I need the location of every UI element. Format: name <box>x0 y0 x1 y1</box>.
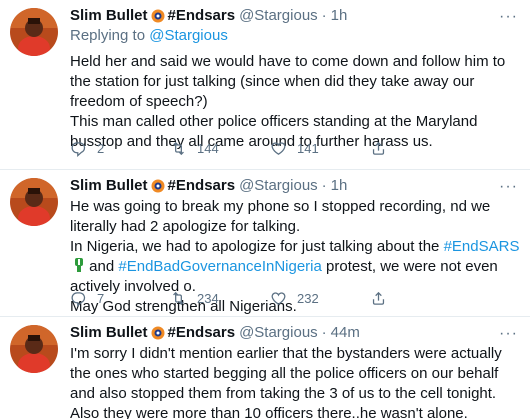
reply-icon <box>71 142 86 157</box>
reply-count: 7 <box>97 291 105 306</box>
user-handle[interactable]: @Stargious <box>239 323 318 343</box>
name-tag: #Endsars <box>167 324 236 341</box>
tweet-paragraph: Also they were more than 10 officers the… <box>70 405 468 419</box>
replying-to: Replying to @Stargious <box>70 26 520 46</box>
share-button[interactable] <box>370 140 397 157</box>
share-icon <box>372 291 385 305</box>
tweet[interactable]: ··· Slim Bullet #Endsars @Stargious · 1h… <box>0 170 530 317</box>
text-segment: In Nigeria, we had to apologize for just… <box>70 238 444 255</box>
tweet[interactable]: ··· Slim Bullet #Endsars @Stargious · 44… <box>0 317 530 419</box>
timestamp[interactable]: 1h <box>331 6 348 26</box>
display-name[interactable]: Slim Bullet <box>70 176 148 196</box>
timestamp[interactable]: 1h <box>331 176 348 196</box>
name-tag: #Endsars <box>167 7 236 24</box>
tweet[interactable]: ··· Slim Bullet #Endsars @Stargious · 1h… <box>0 0 530 170</box>
retweet-count: 234 <box>197 291 219 306</box>
separator: · <box>321 7 327 24</box>
user-handle[interactable]: @Stargious <box>239 6 318 26</box>
avatar[interactable] <box>10 325 58 373</box>
tweet-text: Held her and said we would have to come … <box>70 52 520 152</box>
avatar[interactable] <box>10 8 58 56</box>
retweet-button[interactable]: 234 <box>170 290 270 307</box>
like-count: 141 <box>297 141 319 156</box>
like-button[interactable]: 141 <box>270 140 370 157</box>
display-name[interactable]: Slim Bullet <box>70 323 148 343</box>
share-button[interactable] <box>370 290 397 307</box>
text-segment: and <box>85 258 119 275</box>
separator: · <box>321 177 327 194</box>
like-button[interactable]: 232 <box>270 290 370 307</box>
retweet-count: 144 <box>197 141 219 156</box>
replying-mention[interactable]: @Stargious <box>149 27 228 44</box>
badge-icon <box>151 326 165 340</box>
reply-count: 2 <box>97 141 105 156</box>
tweet-header: Slim Bullet #Endsars @Stargious · 1h <box>70 6 520 26</box>
tweet-paragraph: I'm sorry I didn't mention earlier that … <box>70 345 502 402</box>
tweet-paragraph: He was going to break my phone so I stop… <box>70 198 491 235</box>
tweet-actions: 7 234 232 <box>70 290 397 307</box>
name-tag: #Endsars <box>167 177 236 194</box>
tweet-paragraph: In Nigeria, we had to apologize for just… <box>70 237 520 297</box>
reply-button[interactable]: 7 <box>70 290 170 307</box>
reply-icon <box>71 292 86 307</box>
tweet-header: Slim Bullet #Endsars @Stargious · 44m <box>70 323 520 343</box>
retweet-icon <box>173 141 184 156</box>
avatar[interactable] <box>10 178 58 226</box>
badge-icon <box>151 179 165 193</box>
badge-icon <box>151 9 165 23</box>
raised-fist-icon <box>75 258 83 272</box>
like-icon <box>271 292 286 305</box>
timestamp[interactable]: 44m <box>331 323 360 343</box>
tweet-paragraph: Held her and said we would have to come … <box>70 53 506 110</box>
like-count: 232 <box>297 291 319 306</box>
retweet-button[interactable]: 144 <box>170 140 270 157</box>
tweet-text: I'm sorry I didn't mention earlier that … <box>70 344 520 419</box>
hashtag-endsars[interactable]: #EndSARS <box>444 238 520 255</box>
tweet-header: Slim Bullet #Endsars @Stargious · 1h <box>70 176 520 196</box>
separator: · <box>321 324 327 341</box>
user-handle[interactable]: @Stargious <box>239 176 318 196</box>
hashtag-endbadgovernance[interactable]: #EndBadGovernanceInNigeria <box>118 258 321 275</box>
reply-button[interactable]: 2 <box>70 140 170 157</box>
share-icon <box>372 141 385 155</box>
replying-label: Replying to <box>70 27 146 44</box>
like-icon <box>271 142 286 155</box>
retweet-icon <box>173 291 184 306</box>
display-name[interactable]: Slim Bullet <box>70 6 148 26</box>
tweet-actions: 2 144 141 <box>70 140 397 157</box>
